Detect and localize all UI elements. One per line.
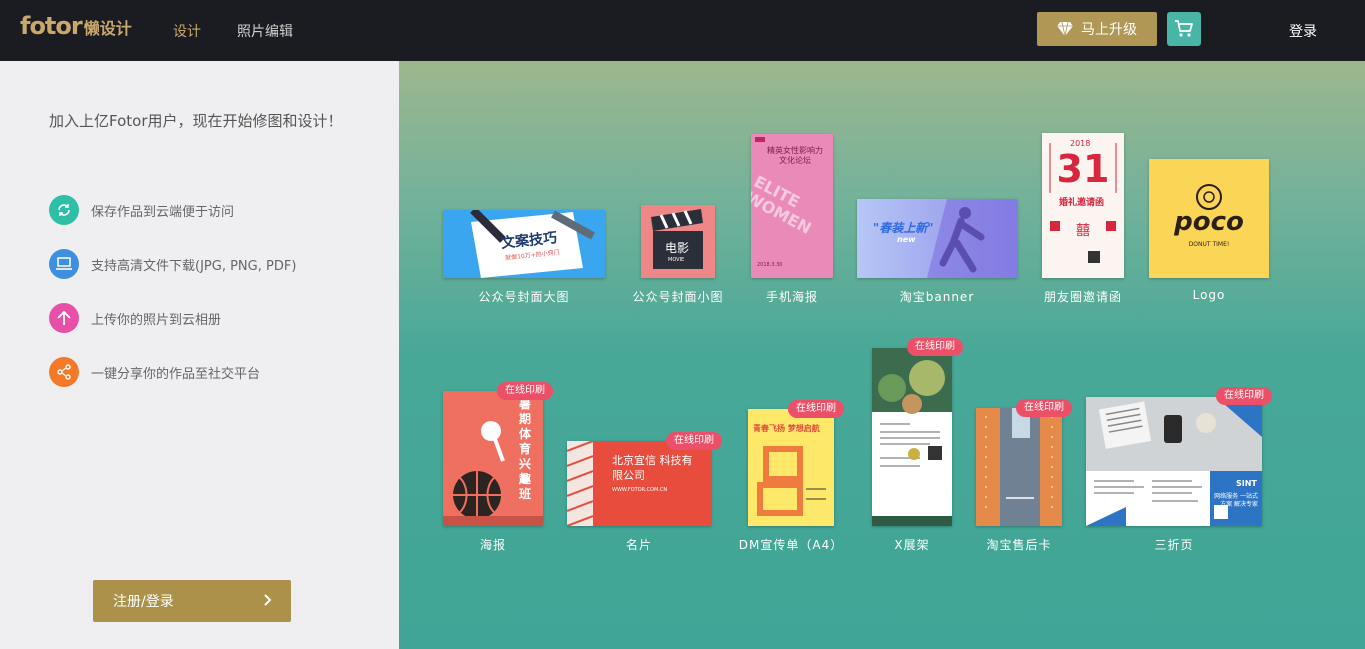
thumb-wechat-cover-large: 文案技巧 就做10万+的小窍门: [443, 210, 605, 278]
svg-text:囍: 囍: [1076, 223, 1090, 239]
thumb-text: 暑期体育兴趣班: [519, 397, 532, 501]
template-label: 公众号封面小图: [632, 290, 724, 304]
thumb-subtext: ELITE WOMEN: [751, 171, 815, 238]
login-link[interactable]: 登录: [1289, 21, 1317, 41]
online-print-badge: 在线印刷: [788, 400, 844, 418]
thumb-poster: 暑期体育兴趣班: [443, 391, 543, 526]
thumb-text: "春装上新": [873, 221, 934, 235]
thumb-subtext: WWW.FOTOR.COM.CN: [612, 487, 668, 493]
thumb-logo: poco DONUT TIME!: [1149, 159, 1269, 278]
template-label: 手机海报: [765, 290, 818, 304]
feature-download: 支持高清文件下载(JPG, PNG, PDF): [49, 249, 296, 279]
template-label: 三折页: [1154, 538, 1194, 552]
template-label: 淘宝banner: [899, 290, 975, 304]
register-label: 注册/登录: [113, 594, 174, 610]
thumb-mobile-poster: 精英女性影响力 文化论坛 ELITE WOMEN 2018.3.30: [751, 134, 833, 278]
template-label: X展架: [894, 538, 930, 552]
intro-text: 加入上亿Fotor用户，现在开始修图和设计！: [49, 112, 343, 130]
cart-button[interactable]: [1167, 12, 1201, 46]
thumb-subtext: DONUT TIME!: [1188, 241, 1230, 248]
upgrade-button[interactable]: 马上升级: [1037, 12, 1157, 46]
logo-wordmark: fotor: [20, 12, 83, 40]
thumb-text: 北京宜信 科技有限公司: [612, 454, 693, 482]
nav-design[interactable]: 设计: [173, 21, 201, 41]
feature-label: 保存作品到云端便于访问: [91, 204, 235, 220]
thumb-date: 2018.3.30: [757, 262, 783, 268]
thumb-text: 精英女性影响力 文化论坛: [767, 146, 823, 165]
top-bar: fotor 懒设计 设计 照片编辑 马上升级 登录: [0, 0, 1365, 61]
upload-arrow-icon: [49, 303, 79, 333]
thumb-text: 电影: [665, 241, 690, 255]
thumb-moments-invitation: 2018 31 婚礼邀请函 囍: [1042, 133, 1124, 278]
template-gallery: 文案技巧 就做10万+的小窍门 公众号封面大图 电影 MOVIE 公众号封面小图…: [399, 61, 1365, 649]
feature-label: 上传你的照片到云相册: [91, 312, 222, 328]
thumb-taobao-aftersale-card: [976, 408, 1062, 526]
online-print-badge: 在线印刷: [1016, 399, 1072, 417]
diamond-icon: [1057, 22, 1073, 36]
signup-panel: 加入上亿Fotor用户，现在开始修图和设计！ 保存作品到云端便于访问 支持高清文…: [0, 61, 399, 649]
fotor-logo[interactable]: fotor 懒设计: [20, 12, 132, 42]
online-print-badge: 在线印刷: [907, 338, 963, 356]
template-label: Logo: [1192, 288, 1226, 302]
feature-upload: 上传你的照片到云相册: [49, 303, 221, 333]
thumb-text: poco: [1174, 207, 1244, 237]
feature-label: 支持高清文件下载(JPG, PNG, PDF): [91, 258, 297, 274]
template-label: DM宣传单（A4）: [738, 538, 844, 552]
template-label: 淘宝售后卡: [986, 538, 1052, 552]
online-print-badge: 在线印刷: [497, 382, 553, 400]
cloud-sync-icon: [49, 195, 79, 225]
thumb-text: 网络服务 一站式方案 解决专家: [1214, 493, 1258, 508]
template-label: 名片: [625, 538, 652, 552]
thumb-x-banner: [872, 348, 952, 526]
monitor-icon: [49, 249, 79, 279]
thumb-subtext: SINT: [1236, 479, 1257, 488]
feature-cloud: 保存作品到云端便于访问: [49, 195, 234, 225]
cart-icon: [1175, 20, 1193, 37]
register-login-button[interactable]: 注册/登录: [93, 580, 291, 622]
chevron-right-icon: [264, 594, 272, 606]
template-label: 海报: [479, 538, 506, 552]
logo-subtitle: 懒设计: [83, 19, 132, 38]
thumb-taobao-banner: "春装上新" new: [857, 199, 1017, 278]
online-print-badge: 在线印刷: [1216, 387, 1272, 405]
online-print-badge: 在线印刷: [666, 432, 722, 450]
thumb-dm-flyer: 青春飞扬 梦想启航: [748, 409, 834, 526]
thumb-subtext: MOVIE: [668, 257, 685, 263]
upgrade-label: 马上升级: [1081, 22, 1137, 38]
template-label: 朋友圈邀请函: [1043, 290, 1122, 304]
thumb-wechat-cover-small: 电影 MOVIE: [641, 205, 715, 278]
thumb-trifold: SINT 网络服务 一站式方案 解决专家: [1086, 397, 1262, 526]
template-label: 公众号封面大图: [478, 290, 570, 304]
share-icon: [49, 357, 79, 387]
nav-photo-edit[interactable]: 照片编辑: [237, 21, 293, 41]
feature-label: 一键分享你的作品至社交平台: [91, 366, 261, 382]
thumb-business-card: 北京宜信 科技有限公司 WWW.FOTOR.COM.CN: [567, 441, 711, 526]
feature-share: 一键分享你的作品至社交平台: [49, 357, 260, 387]
thumb-subtext: new: [897, 235, 916, 244]
